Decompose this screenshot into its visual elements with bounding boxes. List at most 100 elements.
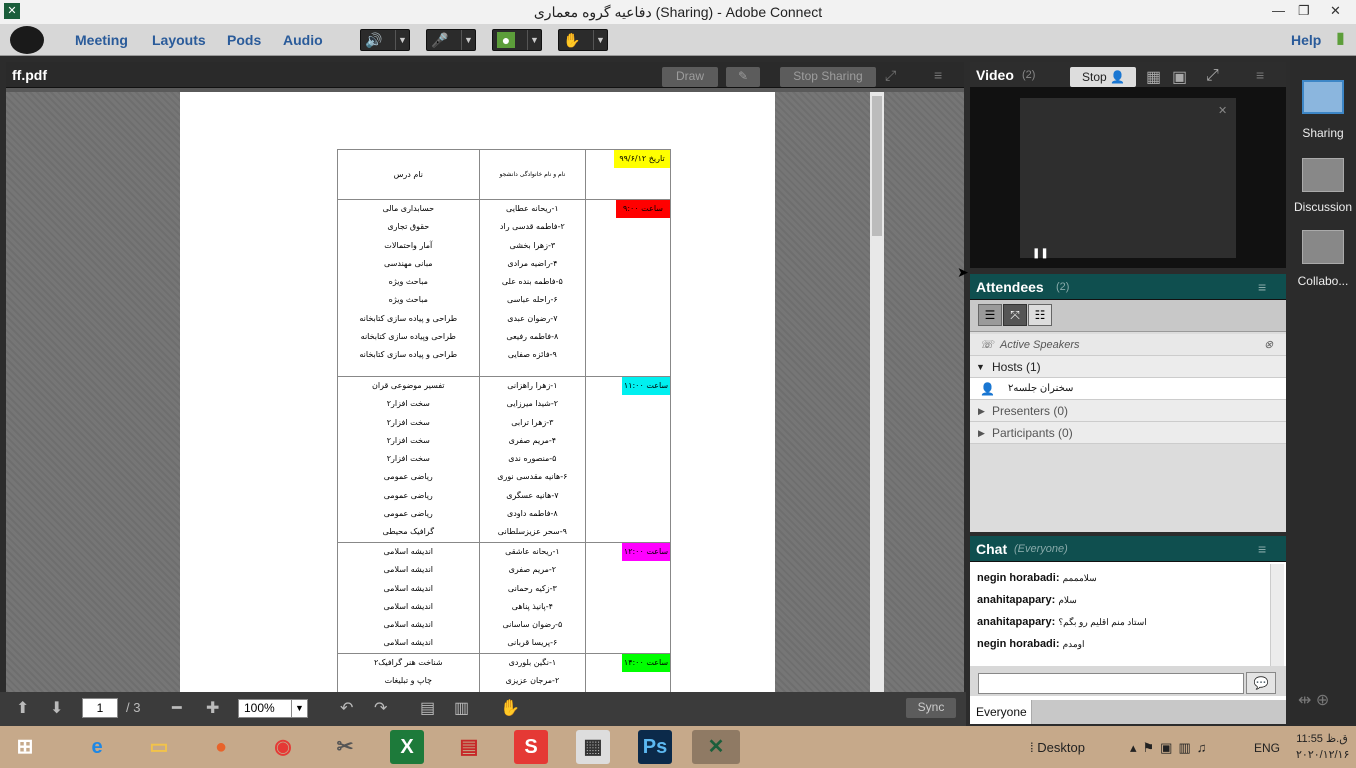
status-view-icon[interactable]: ☷ xyxy=(1028,304,1052,326)
close-icon[interactable]: ✕ xyxy=(1218,104,1227,117)
file-explorer-icon[interactable]: ▭ xyxy=(142,730,176,764)
layout-collaboration-label[interactable]: Collabo... xyxy=(1290,274,1356,288)
pdf-icon[interactable]: ▤ xyxy=(452,730,486,764)
chevron-down-icon[interactable]: ▼ xyxy=(593,30,607,50)
firefox-icon[interactable]: ● xyxy=(204,730,238,764)
layout-tools-icon[interactable]: ⇹ ⊕ xyxy=(1298,690,1329,710)
pod-menu-icon[interactable]: ≡ xyxy=(934,67,942,83)
pod-menu-icon[interactable]: ≡ xyxy=(1258,279,1266,295)
layout-sharing-label[interactable]: Sharing xyxy=(1290,126,1356,140)
list-item: گرافیک محیطی xyxy=(382,527,435,537)
group-tag-cell: ساعت ۱۱:۰۰ xyxy=(585,376,671,543)
layout-sharing-thumb[interactable] xyxy=(1302,80,1344,114)
menu-audio[interactable]: Audio xyxy=(283,32,323,48)
layout-collaboration-thumb[interactable] xyxy=(1302,230,1344,264)
chrome-icon[interactable]: ◉ xyxy=(266,730,300,764)
photoshop-icon[interactable]: Ps xyxy=(638,730,672,764)
list-item: ۹-فائزه صفایی xyxy=(507,350,557,360)
zoom-out-icon[interactable]: ━ xyxy=(172,698,182,718)
stop-sharing-button[interactable]: Stop Sharing xyxy=(780,67,876,87)
desktop-label: Desktop xyxy=(1037,740,1085,755)
fullscreen-icon[interactable]: ⤢ xyxy=(1206,67,1219,85)
language-indicator[interactable]: ENG xyxy=(1254,741,1280,755)
breakout-icon[interactable]: ⤧ xyxy=(1003,304,1027,326)
menu-help[interactable]: Help xyxy=(1291,32,1321,48)
chevron-down-icon[interactable]: ▼ xyxy=(461,30,475,50)
list-item: ۴-پانیذ پناهی xyxy=(511,601,553,611)
restore-icon[interactable]: ❐ xyxy=(1298,3,1310,19)
chevron-down-icon[interactable]: ▼ xyxy=(527,30,541,50)
list-item: ۵-رضوان ساسانی xyxy=(502,620,563,630)
undo-icon[interactable]: ↶ xyxy=(340,698,353,718)
pause-icon[interactable]: ❚❚ xyxy=(1032,248,1049,259)
presenters-label: Presenters (0) xyxy=(992,404,1069,418)
chat-scrollbar[interactable] xyxy=(1270,564,1284,668)
redo-icon[interactable]: ↷ xyxy=(374,698,387,718)
adobe-connect-icon[interactable]: ✕ xyxy=(692,730,740,764)
menu-pods[interactable]: Pods xyxy=(227,32,261,48)
hand-tool-icon[interactable]: ✋ xyxy=(500,698,520,718)
list-item: ریاضی عمومی xyxy=(383,472,433,482)
two-page-icon[interactable]: ▥ xyxy=(454,698,469,718)
fullscreen-icon[interactable]: ⤢ xyxy=(885,67,896,84)
webcam-button[interactable]: ● ▼ xyxy=(492,29,542,51)
close-icon[interactable]: ⊗ xyxy=(1264,334,1273,356)
presenters-row[interactable]: ▶ Presenters (0) xyxy=(970,400,1286,422)
chat-input[interactable] xyxy=(978,673,1244,694)
pod-menu-icon[interactable]: ≡ xyxy=(1258,541,1266,557)
list-item: تفسیر موضوعی قران xyxy=(372,381,445,390)
zoom-select[interactable]: 100% ▼ xyxy=(238,699,308,718)
layout-discussion-label[interactable]: Discussion xyxy=(1290,200,1356,214)
host-item[interactable]: 👤 سخنران جلسه۲ xyxy=(970,378,1286,400)
clock-time[interactable]: 11:55 ق.ظ xyxy=(1296,732,1348,745)
tools-icon[interactable]: ✂ xyxy=(328,730,362,764)
zoom-in-icon[interactable]: ✚ xyxy=(206,698,219,718)
sync-button[interactable]: Sync xyxy=(906,698,956,718)
tray-icons[interactable]: ▴⚑▣▥♫ xyxy=(1130,740,1213,756)
desktop-toolbar[interactable]: ⁞ Desktop xyxy=(1030,740,1085,755)
menu-layouts[interactable]: Layouts xyxy=(152,32,206,48)
list-item: ریاضی عمومی xyxy=(383,509,433,519)
chat-tab-everyone[interactable]: Everyone xyxy=(970,700,1032,724)
group-tag: ساعت ۹:۰۰ xyxy=(616,200,670,218)
clock-date[interactable]: ۲۰۲۰/۱۲/۱۶ xyxy=(1296,748,1349,761)
minimize-icon[interactable]: — xyxy=(1272,3,1285,18)
internet-explorer-icon[interactable]: e xyxy=(80,730,114,764)
stop-video-button[interactable]: Stop 👤 xyxy=(1070,67,1136,87)
s-app-icon[interactable]: S xyxy=(514,730,548,764)
arrow-up-icon[interactable]: ⬆ xyxy=(16,698,29,718)
speaker-button[interactable]: 🔊 ▼ xyxy=(360,29,410,51)
chevron-down-icon[interactable]: ▼ xyxy=(291,700,307,717)
raise-hand-button[interactable]: ✋ ▼ xyxy=(558,29,608,51)
scrollbar-thumb[interactable] xyxy=(872,96,882,236)
list-view-icon[interactable]: ☰ xyxy=(978,304,1002,326)
list-item: سخت افزار۲ xyxy=(386,399,430,409)
microphone-button[interactable]: 🎤 ▼ xyxy=(426,29,476,51)
page-number-input[interactable]: 1 xyxy=(82,698,118,718)
excel-icon[interactable]: X xyxy=(390,730,424,764)
pod-menu-icon[interactable]: ≡ xyxy=(1256,67,1264,83)
names-cell: ۱-ریحانه عاشقی ۲-مریم صفری ۳-زکیه رحمانی ۴-… xyxy=(478,542,587,654)
windows-start-icon[interactable]: ⊞ xyxy=(8,730,42,764)
grid-view-icon[interactable]: ▦ xyxy=(1146,67,1161,87)
filmstrip-icon[interactable]: ▣ xyxy=(1172,67,1187,87)
arrow-down-icon[interactable]: ⬇ xyxy=(50,698,63,718)
document-app-icon[interactable]: ▦ xyxy=(576,730,610,764)
courses-cell: اندیشه اسلامی اندیشه اسلامی اندیشه اسلامی ا… xyxy=(337,542,480,654)
draw-button[interactable]: Draw xyxy=(662,67,718,87)
list-item: ۸-فاطمه داودی xyxy=(506,509,558,519)
menu-meeting[interactable]: Meeting xyxy=(75,32,128,48)
group-tag-cell: ساعت ۱۴:۰۰ xyxy=(585,653,671,694)
page-view-icon[interactable]: ▤ xyxy=(420,698,435,718)
close-icon[interactable]: ✕ xyxy=(1330,3,1341,19)
send-icon[interactable]: 💬 xyxy=(1246,672,1276,694)
layout-discussion-thumb[interactable] xyxy=(1302,158,1344,192)
participants-row[interactable]: ▶ Participants (0) xyxy=(970,422,1286,444)
pencil-icon[interactable]: ✎ xyxy=(726,67,760,87)
list-item: ۹-سحر عزیزسلطانی xyxy=(497,527,567,537)
speaker-icon: 🔊 xyxy=(365,32,383,48)
list-item: ریاضی عمومی xyxy=(383,490,433,500)
dots-icon: ⁞ xyxy=(1030,740,1034,755)
chevron-down-icon[interactable]: ▼ xyxy=(395,30,409,50)
hosts-row[interactable]: ▼ Hosts (1) xyxy=(970,356,1286,378)
